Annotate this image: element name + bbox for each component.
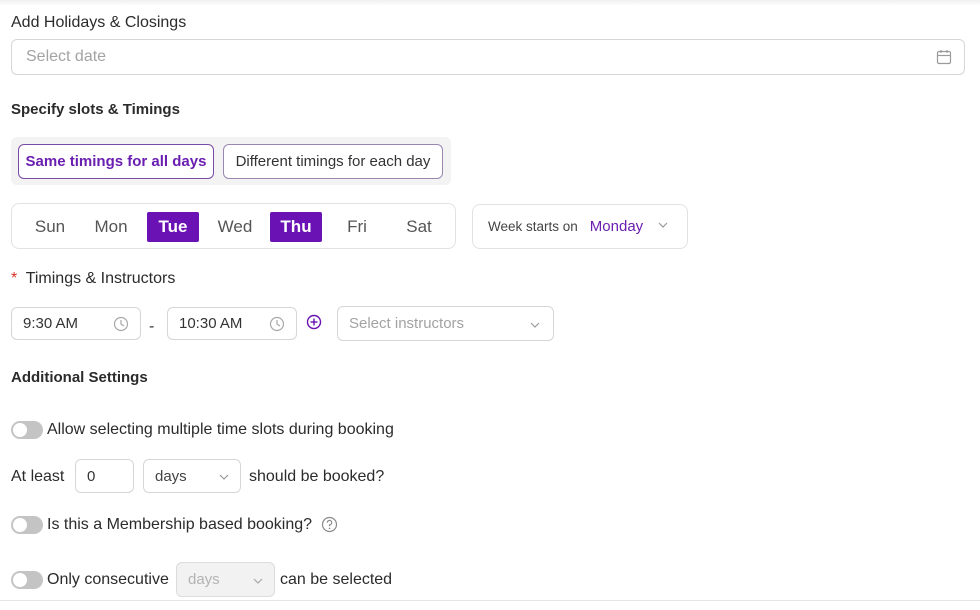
day-fri[interactable]: Fri: [338, 212, 376, 242]
calendar-icon[interactable]: [936, 49, 952, 70]
at-least-prefix: At least: [11, 468, 65, 485]
chevron-down-icon: [252, 574, 264, 592]
add-slot-icon[interactable]: [306, 314, 322, 335]
day-sat[interactable]: Sat: [400, 212, 438, 242]
slots-title: Specify slots & Timings: [11, 101, 180, 118]
clock-icon: [269, 316, 285, 337]
chevron-down-icon: [529, 318, 541, 336]
multi-slot-label: Allow selecting multiple time slots duri…: [47, 421, 394, 438]
week-start-label: Week starts on: [488, 219, 578, 234]
holiday-date-input[interactable]: Select date: [11, 39, 965, 75]
holidays-title: Add Holidays & Closings: [11, 14, 187, 31]
day-wed[interactable]: Wed: [212, 212, 258, 242]
timings-title: Timings & Instructors: [25, 270, 176, 287]
consecutive-suffix: can be selected: [280, 571, 393, 588]
additional-settings-title: Additional Settings: [11, 369, 148, 386]
timing-mode-group: Same timings for all days Different timi…: [11, 137, 451, 185]
instructors-select[interactable]: Select instructors: [337, 306, 554, 341]
membership-label: Is this a Membership based booking?: [47, 516, 313, 533]
chevron-down-icon: [218, 470, 230, 488]
chevron-down-icon: [657, 219, 669, 234]
start-time-value: 9:30 AM: [23, 315, 79, 332]
end-time-input[interactable]: 10:30 AM: [167, 307, 297, 340]
holiday-date-placeholder: Select date: [26, 48, 107, 65]
top-divider: [0, 0, 980, 6]
time-separator: -: [149, 318, 155, 335]
day-tue[interactable]: Tue: [147, 212, 199, 242]
consecutive-toggle[interactable]: [11, 571, 43, 589]
same-timings-button[interactable]: Same timings for all days: [18, 144, 214, 179]
multi-slot-toggle[interactable]: [11, 421, 43, 439]
consecutive-unit-value: days: [188, 571, 220, 588]
membership-toggle[interactable]: [11, 516, 43, 534]
day-thu[interactable]: Thu: [270, 212, 322, 242]
week-start-select[interactable]: Week starts on Monday: [472, 204, 688, 249]
at-least-value: 0: [87, 467, 96, 485]
at-least-unit-select[interactable]: days: [143, 459, 241, 493]
start-time-input[interactable]: 9:30 AM: [11, 307, 141, 340]
consecutive-prefix: Only consecutive: [47, 571, 169, 588]
timings-title-row: * Timings & Instructors: [11, 270, 175, 288]
instructors-placeholder: Select instructors: [349, 315, 465, 332]
day-mon[interactable]: Mon: [90, 212, 132, 242]
at-least-input[interactable]: 0: [75, 459, 134, 493]
clock-icon: [113, 316, 129, 337]
required-mark: *: [11, 270, 18, 287]
at-least-unit-value: days: [155, 467, 187, 485]
end-time-value: 10:30 AM: [179, 315, 243, 332]
help-icon[interactable]: [321, 516, 338, 538]
day-sun[interactable]: Sun: [29, 212, 71, 242]
different-timings-button[interactable]: Different timings for each day: [223, 144, 443, 179]
at-least-suffix: should be booked?: [249, 468, 385, 485]
day-selector: Sun Mon Tue Wed Thu Fri Sat: [11, 203, 456, 249]
consecutive-unit-select[interactable]: days: [176, 562, 275, 597]
bottom-divider: [0, 600, 980, 601]
week-start-value: Monday: [589, 218, 644, 235]
